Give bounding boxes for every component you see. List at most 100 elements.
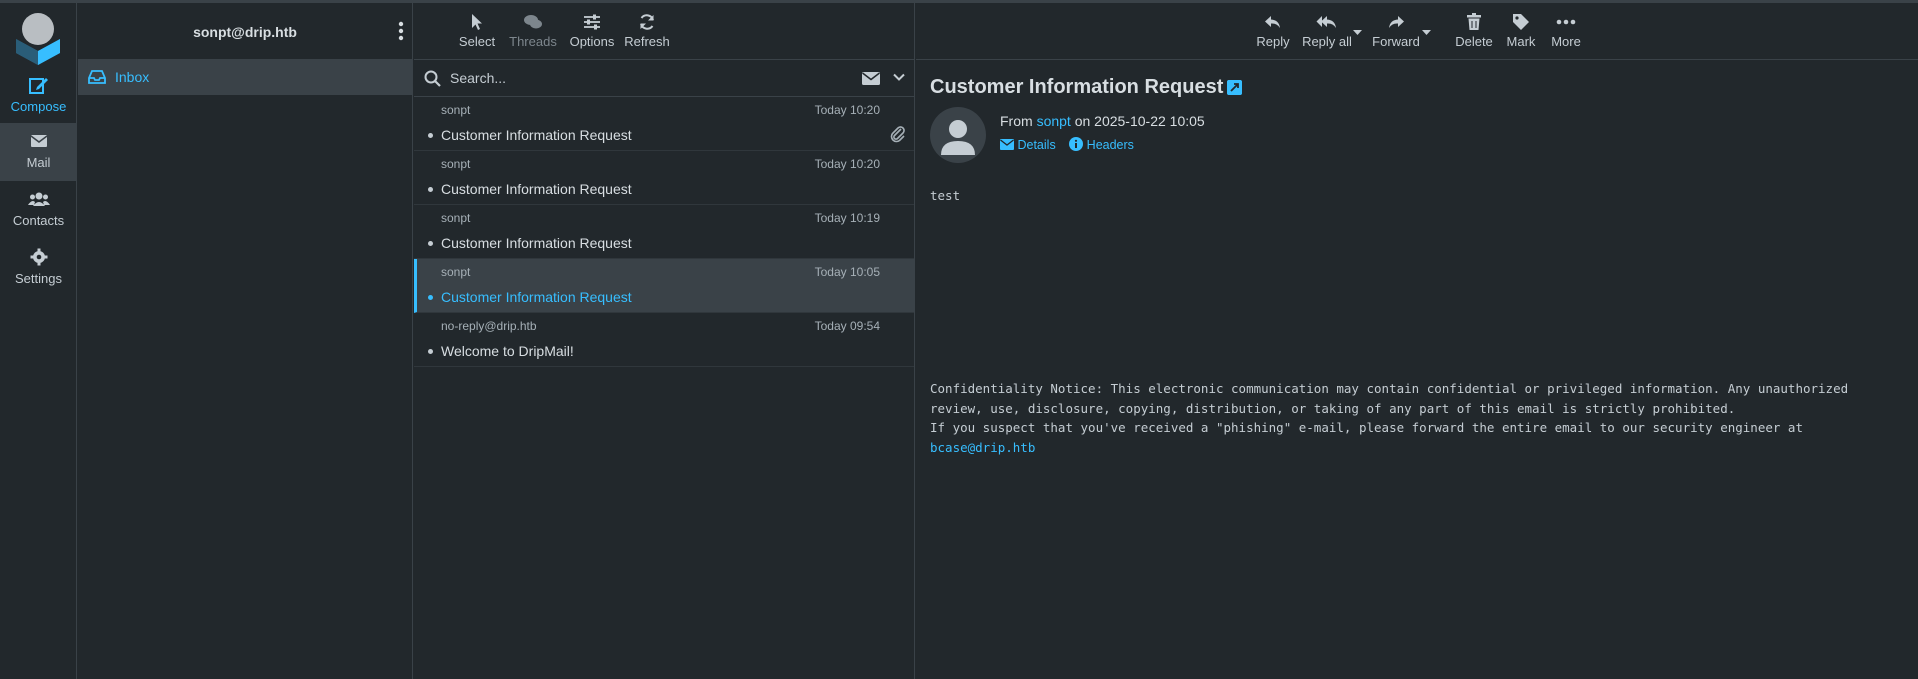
- forward-button[interactable]: Forward: [1371, 9, 1421, 49]
- folder-header: sonpt@drip.htb: [78, 3, 412, 60]
- tag-icon: [1513, 14, 1529, 30]
- confidentiality-notice: Confidentiality Notice: This electronic …: [930, 379, 1848, 457]
- compose-icon: [28, 78, 48, 94]
- sliders-icon: [584, 14, 600, 30]
- info-icon: [1069, 137, 1084, 151]
- details-link[interactable]: Details: [1000, 138, 1059, 152]
- kebab-menu-icon[interactable]: [398, 21, 404, 41]
- options-label: Options: [569, 34, 615, 49]
- from-prefix: From: [1000, 113, 1033, 129]
- message-date: Today 10:20: [814, 103, 880, 117]
- nav-mail-label: Mail: [26, 155, 51, 170]
- more-label: More: [1551, 34, 1581, 49]
- trash-icon: [1467, 13, 1481, 30]
- refresh-label: Refresh: [624, 34, 670, 49]
- envelope-filter-icon[interactable]: [862, 72, 880, 85]
- refresh-icon: [640, 14, 654, 30]
- message-date: Today 10:19: [814, 211, 880, 225]
- folder-inbox[interactable]: Inbox: [78, 60, 412, 95]
- notice-line-2: review, use, disclosure, copying, distri…: [930, 400, 1736, 416]
- search-bar: [414, 60, 914, 97]
- message-row[interactable]: sonpt Today 10:19 Customer Information R…: [414, 205, 914, 259]
- reply-label: Reply: [1256, 34, 1290, 49]
- chevron-down-icon[interactable]: [893, 73, 905, 82]
- select-label: Select: [458, 34, 496, 49]
- reply-all-label: Reply all: [1302, 34, 1352, 49]
- message-date: Today 09:54: [814, 319, 880, 333]
- comments-icon: [524, 15, 542, 29]
- inbox-icon: [88, 70, 106, 84]
- reply-icon: [1265, 16, 1280, 28]
- message-from: sonpt: [441, 265, 471, 279]
- sender-avatar: [930, 107, 986, 163]
- headers-link[interactable]: Headers: [1069, 137, 1134, 152]
- folder-inbox-label: Inbox: [115, 69, 150, 85]
- mark-label: Mark: [1506, 34, 1536, 49]
- nav-compose[interactable]: Compose: [0, 67, 77, 125]
- main-nav: Compose Mail Contacts Settings: [0, 3, 77, 679]
- message-list-panel: Select Threads Options Refresh sonpt Tod…: [414, 3, 915, 679]
- message-from: sonpt: [441, 211, 471, 225]
- threads-button[interactable]: Threads: [508, 9, 558, 49]
- preview-toolbar: Reply Reply all Forward Delete Mark More: [916, 3, 1918, 60]
- message-subject: Welcome to DripMail!: [441, 343, 574, 359]
- forward-dropdown-icon[interactable]: [1422, 30, 1431, 36]
- nav-settings-label: Settings: [15, 271, 62, 286]
- nav-compose-label: Compose: [10, 99, 67, 114]
- envelope-icon: [1000, 139, 1014, 150]
- unread-dot: [428, 187, 433, 192]
- envelope-icon: [30, 135, 47, 147]
- unread-dot: [428, 295, 433, 300]
- security-email-link[interactable]: bcase@drip.htb: [930, 440, 1035, 455]
- sender-link[interactable]: sonpt: [1037, 113, 1071, 129]
- nav-contacts-label: Contacts: [12, 213, 65, 228]
- user-avatar-icon: [941, 120, 975, 155]
- roundcube-logo-icon[interactable]: [10, 9, 66, 65]
- message-preview-panel: Reply Reply all Forward Delete Mark More…: [916, 3, 1918, 679]
- unread-dot: [428, 241, 433, 246]
- message-from: sonpt: [441, 103, 471, 117]
- mark-button[interactable]: Mark: [1501, 9, 1541, 49]
- refresh-button[interactable]: Refresh: [622, 9, 672, 49]
- nav-settings[interactable]: Settings: [0, 239, 77, 297]
- reply-all-button[interactable]: Reply all: [1302, 9, 1352, 49]
- message-subject: Customer Information Request: [441, 235, 632, 251]
- select-button[interactable]: Select: [457, 9, 497, 49]
- header-links: Details Headers: [1000, 137, 1134, 152]
- unread-dot: [428, 349, 433, 354]
- search-icon[interactable]: [424, 70, 441, 87]
- message-subject-title: Customer Information Request: [930, 76, 1224, 98]
- sender-line: From sonpt on 2025-10-22 10:05: [1000, 113, 1205, 129]
- delete-label: Delete: [1455, 34, 1493, 49]
- list-toolbar: Select Threads Options Refresh: [414, 3, 914, 60]
- folder-panel: sonpt@drip.htb Inbox: [78, 3, 413, 679]
- pointer-icon: [472, 14, 482, 30]
- notice-line-1: Confidentiality Notice: This electronic …: [930, 381, 1849, 396]
- message-date: Today 10:05: [814, 265, 880, 279]
- message-from: sonpt: [441, 157, 471, 171]
- message-row[interactable]: sonpt Today 10:20 Customer Information R…: [414, 151, 914, 205]
- options-button[interactable]: Options: [567, 9, 617, 49]
- search-input[interactable]: [450, 66, 850, 90]
- headers-label: Headers: [1086, 138, 1134, 152]
- message-subject: Customer Information Request: [441, 289, 632, 305]
- unread-dot: [428, 133, 433, 138]
- delete-button[interactable]: Delete: [1452, 9, 1496, 49]
- details-label: Details: [1017, 138, 1056, 152]
- message-row-selected[interactable]: sonpt Today 10:05 Customer Information R…: [414, 259, 914, 313]
- message-subject: Customer Information Request: [441, 127, 632, 143]
- reply-button[interactable]: Reply: [1255, 9, 1291, 49]
- more-button[interactable]: More: [1546, 9, 1586, 49]
- gear-icon: [30, 248, 47, 266]
- message-row[interactable]: no-reply@drip.htb Today 09:54 Welcome to…: [414, 313, 914, 367]
- nav-contacts[interactable]: Contacts: [0, 181, 77, 239]
- message-row[interactable]: sonpt Today 10:20 Customer Information R…: [414, 97, 914, 151]
- paperclip-icon: [890, 126, 905, 143]
- sent-date: on 2025-10-22 10:05: [1074, 113, 1205, 129]
- message-body: test: [930, 188, 961, 203]
- nav-mail[interactable]: Mail: [0, 123, 77, 181]
- reply-all-dropdown-icon[interactable]: [1353, 30, 1362, 36]
- open-in-new-window-icon[interactable]: [1227, 80, 1242, 95]
- reply-all-icon: [1316, 16, 1336, 28]
- forward-label: Forward: [1372, 34, 1420, 49]
